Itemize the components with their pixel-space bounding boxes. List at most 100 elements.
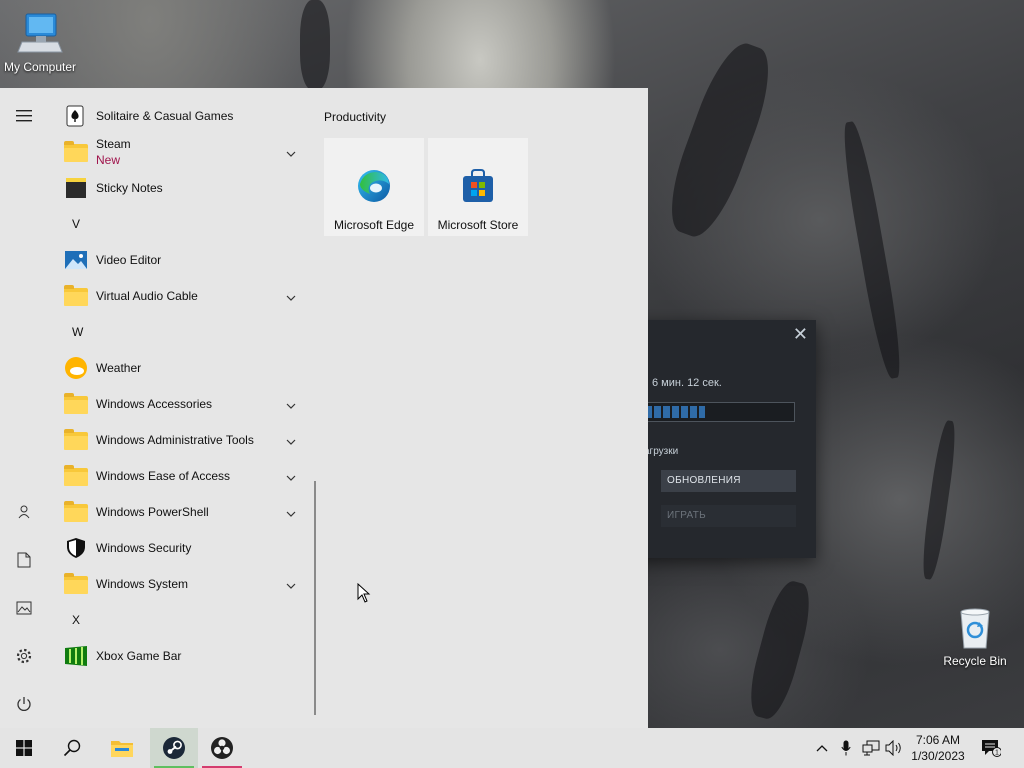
- taskbar-clock[interactable]: 7:06 AM 1/30/2023: [906, 732, 970, 764]
- close-icon[interactable]: ✕: [793, 324, 808, 345]
- chevron-down-icon[interactable]: [286, 398, 296, 409]
- microphone-button[interactable]: [836, 738, 856, 758]
- desktop-icon-label: Recycle Bin: [943, 654, 1007, 668]
- tile-microsoft-store[interactable]: Microsoft Store: [428, 138, 528, 236]
- tile-group-title: Productivity: [324, 110, 387, 124]
- show-hidden-icons-button[interactable]: [812, 738, 832, 758]
- app-item-windows-accessories[interactable]: Windows Accessories: [56, 386, 306, 422]
- pictures-button[interactable]: [0, 588, 48, 628]
- taskbar: 7:06 AM 1/30/2023 1: [0, 728, 1024, 768]
- app-item-sticky-notes[interactable]: Sticky Notes: [56, 170, 306, 206]
- file-explorer-icon: [111, 741, 133, 757]
- clock-date: 1/30/2023: [911, 749, 965, 763]
- section-letter-x[interactable]: X: [72, 610, 92, 630]
- app-item-steam[interactable]: Steam New: [56, 134, 306, 170]
- desktop-icon-recycle-bin[interactable]: Recycle Bin: [935, 604, 1015, 668]
- computer-icon: [16, 10, 64, 58]
- pictures-icon: [16, 601, 32, 615]
- hamburger-menu-button[interactable]: [0, 96, 48, 136]
- folder-icon: [64, 392, 88, 416]
- search-button[interactable]: [48, 728, 96, 768]
- app-item-label: Video Editor: [96, 253, 162, 267]
- app-item-windows-ease-of-access[interactable]: Windows Ease of Access: [56, 458, 306, 494]
- steam-taskbar-button[interactable]: [150, 728, 198, 768]
- section-letter-v[interactable]: V: [72, 214, 92, 234]
- update-button[interactable]: ОБНОВЛЕНИЯ: [661, 470, 796, 492]
- app-item-xbox-game-bar[interactable]: Xbox Game Bar: [56, 638, 306, 674]
- tile-microsoft-edge[interactable]: Microsoft Edge: [324, 138, 424, 236]
- app-item-weather[interactable]: Weather: [56, 350, 306, 386]
- new-badge: New: [96, 153, 121, 167]
- power-icon: [17, 697, 31, 711]
- notification-icon: 1: [982, 740, 1001, 757]
- file-explorer-button[interactable]: [98, 728, 146, 768]
- app-item-label: Weather: [96, 361, 142, 375]
- tile-label: Microsoft Edge: [333, 218, 415, 232]
- app-item-label: Windows Accessories: [96, 397, 213, 411]
- app-list[interactable]: Solitaire & Casual Games Steam New Sticky N…: [48, 88, 316, 728]
- section-letter-w[interactable]: W: [72, 322, 92, 342]
- steam-icon: [163, 737, 185, 759]
- edge-icon: [356, 168, 392, 204]
- video-editor-icon: [64, 248, 88, 272]
- solitaire-icon: [64, 104, 88, 128]
- user-button[interactable]: [0, 492, 48, 532]
- app-item-label: Windows Security: [96, 541, 192, 555]
- app-item-video-editor[interactable]: Video Editor: [56, 242, 306, 278]
- downloads-label: агрузки: [644, 446, 679, 457]
- obs-taskbar-button[interactable]: [198, 728, 246, 768]
- app-item-label: Windows Administrative Tools: [96, 433, 254, 447]
- desktop-icon-my-computer[interactable]: My Computer: [0, 10, 80, 74]
- chevron-down-icon[interactable]: [286, 434, 296, 445]
- play-button[interactable]: ИГРАТЬ: [661, 505, 796, 527]
- folder-icon: [64, 464, 88, 488]
- chevron-down-icon[interactable]: [286, 146, 296, 157]
- app-item-label: Solitaire & Casual Games: [96, 109, 234, 123]
- speaker-icon: [885, 740, 901, 756]
- settings-button[interactable]: [0, 636, 48, 676]
- app-item-windows-powershell[interactable]: Windows PowerShell: [56, 494, 306, 530]
- mouse-cursor-icon: [357, 582, 371, 603]
- chevron-down-icon[interactable]: [286, 470, 296, 481]
- folder-icon: [64, 500, 88, 524]
- sticky-notes-icon: [64, 176, 88, 200]
- store-icon: [460, 168, 496, 204]
- folder-icon: [64, 140, 88, 164]
- app-item-windows-administrative-tools[interactable]: Windows Administrative Tools: [56, 422, 306, 458]
- power-button[interactable]: [0, 684, 48, 724]
- app-item-virtual-audio-cable[interactable]: Virtual Audio Cable: [56, 278, 306, 314]
- app-item-label: Windows PowerShell: [96, 505, 209, 519]
- app-item-label: Virtual Audio Cable: [96, 289, 198, 303]
- start-button[interactable]: [0, 728, 48, 768]
- app-item-label: Sticky Notes: [96, 181, 163, 195]
- start-rail: [0, 88, 48, 728]
- tile-label: Microsoft Store: [437, 218, 519, 232]
- chevron-down-icon[interactable]: [286, 290, 296, 301]
- app-item-windows-security[interactable]: Windows Security: [56, 530, 306, 566]
- windows-logo-icon: [16, 740, 32, 756]
- app-item-windows-system[interactable]: Windows System: [56, 566, 306, 602]
- folder-icon: [64, 428, 88, 452]
- app-item-label: Xbox Game Bar: [96, 649, 182, 663]
- documents-button[interactable]: [0, 540, 48, 580]
- download-progress-fill: [645, 406, 705, 418]
- gear-icon: [16, 648, 32, 664]
- obs-icon: [211, 737, 233, 759]
- app-item-label: Windows System: [96, 577, 189, 591]
- recycle-bin-icon: [951, 604, 999, 652]
- chevron-down-icon[interactable]: [286, 578, 296, 589]
- volume-button[interactable]: [884, 738, 904, 758]
- app-list-scrollbar[interactable]: [314, 481, 316, 715]
- network-button[interactable]: [861, 738, 881, 758]
- app-item-solitaire-casual-games[interactable]: Solitaire & Casual Games: [56, 98, 306, 134]
- document-icon: [17, 552, 31, 568]
- hamburger-icon: [16, 110, 32, 122]
- download-progress-bar: [644, 402, 795, 422]
- chevron-down-icon[interactable]: [286, 506, 296, 517]
- network-icon: [862, 740, 880, 756]
- desktop-icon-label: My Computer: [3, 60, 77, 74]
- app-item-label: Steam: [96, 137, 131, 151]
- folder-icon: [64, 572, 88, 596]
- microphone-icon: [841, 740, 851, 756]
- action-center-button[interactable]: 1: [981, 738, 1001, 758]
